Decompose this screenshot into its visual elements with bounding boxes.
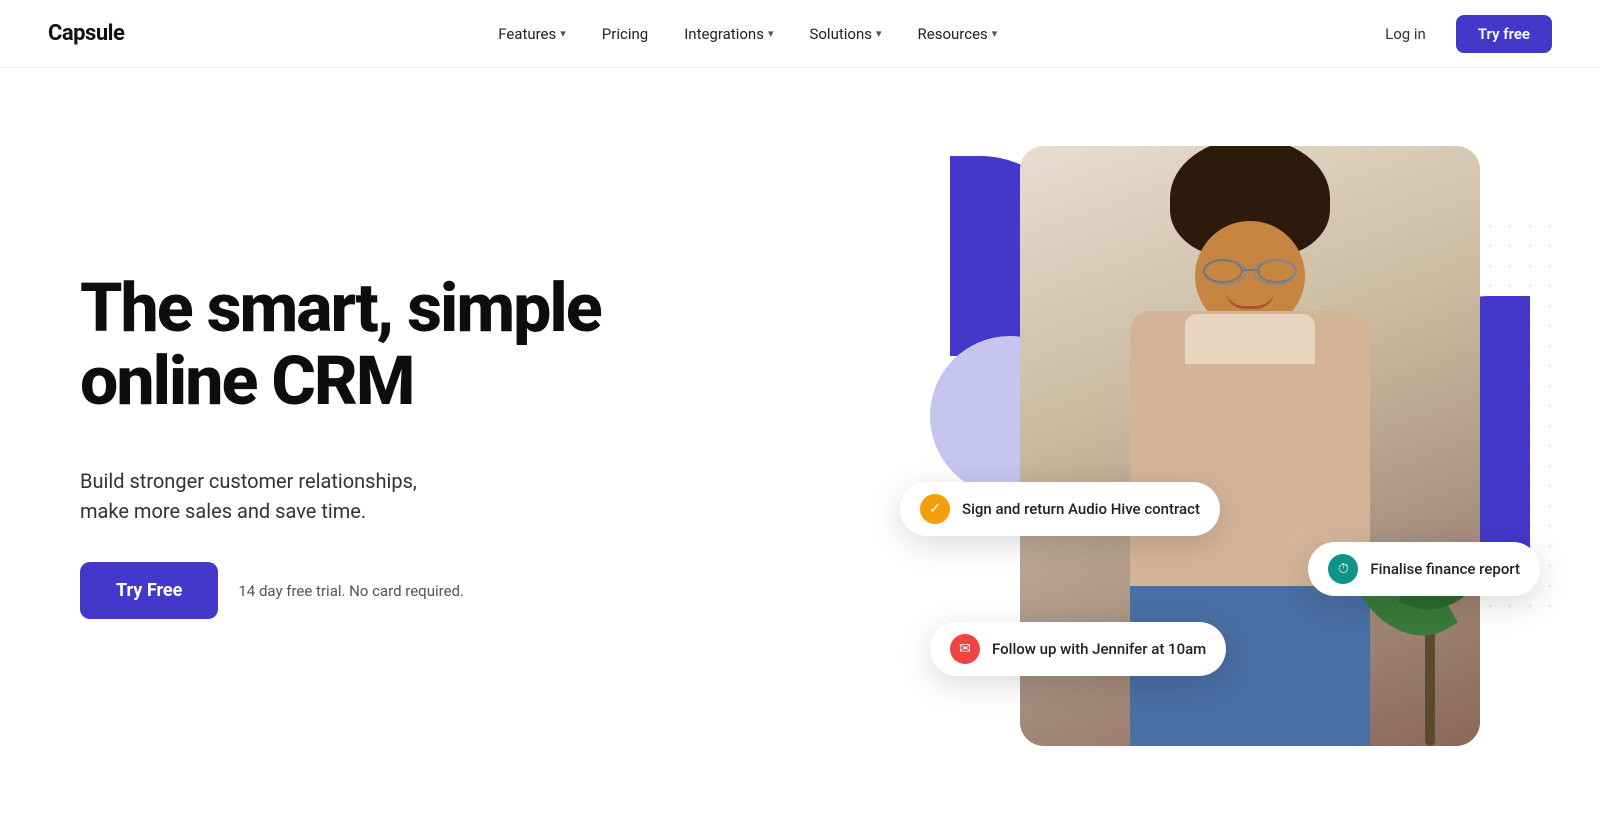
mail-icon: ✉ [950,634,980,664]
hero-left: The smart, simple online CRM Build stron… [80,272,640,620]
nav-integrations[interactable]: Integrations ▾ [670,17,787,51]
hero-section: The smart, simple online CRM Build stron… [0,68,1600,823]
nav-try-free-button[interactable]: Try free [1456,15,1552,53]
notification-2: ⏱ Finalise finance report [1308,542,1540,596]
chevron-down-icon: ▾ [560,27,566,40]
hero-heading: The smart, simple online CRM [80,272,640,419]
nav-resources[interactable]: Resources ▾ [904,17,1012,51]
nav-right: Log in Try free [1371,15,1552,53]
navbar: Capsule Features ▾ Pricing Integrations … [0,0,1600,68]
nav-solutions[interactable]: Solutions ▾ [795,17,895,51]
hero-try-free-button[interactable]: Try Free [80,562,218,619]
notification-1: ✓ Sign and return Audio Hive contract [900,482,1220,536]
turtleneck [1185,314,1315,364]
hero-subtext: Build stronger customer relationships, m… [80,466,640,526]
check-icon: ✓ [920,494,950,524]
logo[interactable]: Capsule [48,21,124,46]
smile [1225,289,1275,309]
login-button[interactable]: Log in [1371,17,1440,51]
notification-3: ✉ Follow up with Jennifer at 10am [930,622,1226,676]
clock-icon: ⏱ [1328,554,1358,584]
nav-features[interactable]: Features ▾ [484,17,580,51]
hero-right: ✓ Sign and return Audio Hive contract ⏱ … [960,136,1520,756]
chevron-down-icon: ▾ [876,27,882,40]
glasses [1201,259,1299,285]
chevron-down-icon: ▾ [992,27,998,40]
hero-trial-text: 14 day free trial. No card required. [238,582,464,600]
nav-links: Features ▾ Pricing Integrations ▾ Soluti… [484,17,1011,51]
nav-pricing[interactable]: Pricing [588,17,662,51]
chevron-down-icon: ▾ [768,27,774,40]
hero-cta-row: Try Free 14 day free trial. No card requ… [80,562,640,619]
